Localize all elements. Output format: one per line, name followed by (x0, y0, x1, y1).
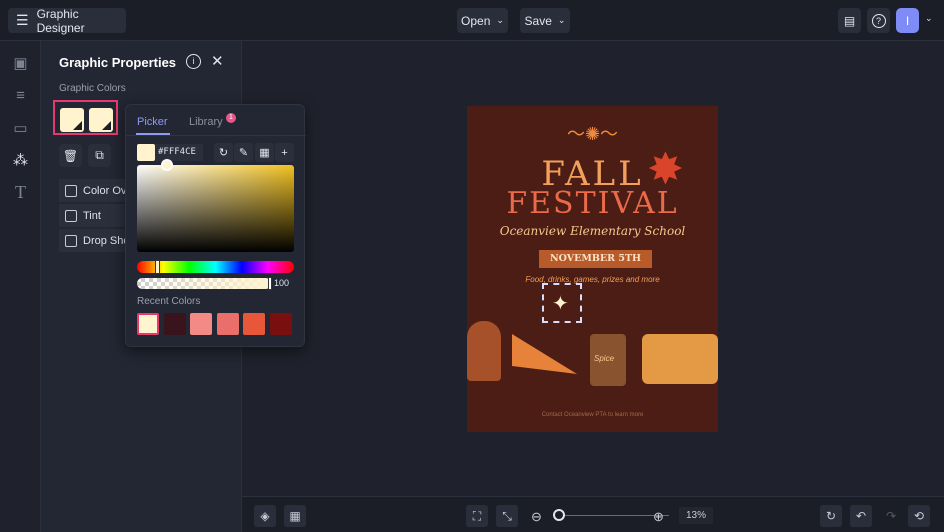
save-button[interactable]: Save ⌄ (520, 8, 570, 33)
color-swatch-2[interactable] (89, 108, 113, 132)
app-title: Graphic Designer (36, 6, 85, 35)
avatar[interactable]: I (896, 8, 919, 33)
recent-color-swatch[interactable] (269, 313, 292, 335)
zoom-out-icon[interactable]: ⊖ (531, 509, 542, 525)
selected-sparkle-graphic[interactable]: ✦ (542, 283, 582, 323)
add-color-icon[interactable]: + (275, 143, 294, 162)
poster-tagline: Food, drinks, games, prizes and more (525, 275, 660, 284)
checkbox[interactable] (65, 234, 77, 247)
comment-icon: ▤ (843, 13, 856, 28)
open-button[interactable]: Open ⌄ (457, 8, 508, 33)
chevron-down-icon: ⌄ (557, 15, 566, 25)
color-swatch-1[interactable] (60, 108, 84, 132)
avatar-initial: I (905, 13, 910, 28)
menu-button[interactable]: ☰ Graphic Designer (8, 6, 126, 35)
cupcake-image (467, 321, 501, 381)
top-bar: ☰ Graphic Designer Open ⌄ Save ⌄ ▤ ? I ⌄ (0, 0, 944, 41)
adjustments-icon[interactable]: ≡ (12, 87, 29, 104)
help-button[interactable]: ? (867, 8, 890, 33)
zoom-in-icon[interactable]: ⊕ (653, 509, 664, 525)
text-icon[interactable]: T (12, 183, 29, 201)
save-label: Save (524, 13, 552, 28)
redo-icon[interactable]: ↷ (880, 505, 902, 527)
hue-slider[interactable] (137, 261, 294, 273)
delete-button[interactable]: 🗑 (59, 144, 82, 167)
recent-color-swatch[interactable] (163, 313, 186, 335)
recent-color-swatch[interactable] (137, 313, 159, 335)
fit-screen-icon[interactable]: ⛶ (466, 505, 488, 527)
opacity-value[interactable]: 100 (274, 278, 289, 288)
ornament-icon: 〜✺〜 (566, 124, 619, 144)
cup-text: Spice (594, 354, 615, 363)
comments-button[interactable]: ▤ (838, 8, 861, 33)
poster-date-banner: NOVEMBER 5TH (539, 250, 652, 268)
open-label: Open (461, 13, 491, 28)
duplicate-icon: ⧉ (95, 148, 104, 162)
coffee-cup-image: Spice (590, 334, 626, 386)
grid-view-icon[interactable]: ▦ (284, 505, 306, 527)
panel-title: Graphic Properties (59, 55, 177, 70)
undo-icon[interactable]: ↶ (850, 505, 872, 527)
hue-handle[interactable] (155, 260, 161, 274)
opacity-slider[interactable] (137, 278, 271, 289)
duplicate-button[interactable]: ⧉ (88, 144, 111, 167)
zoom-level[interactable]: 13% (679, 507, 713, 524)
history-icon[interactable]: ⟲ (908, 505, 930, 527)
swap-icon[interactable]: ↻ (214, 143, 233, 162)
cake-image (642, 334, 718, 384)
pie-image (512, 334, 577, 374)
eyedropper-icon[interactable]: ✎ (234, 143, 253, 162)
library-badge: 1 (226, 113, 236, 123)
tab-library[interactable]: Library (189, 116, 223, 128)
saturation-area[interactable] (137, 165, 294, 252)
poster-school: Oceanview Elementary School (499, 224, 686, 238)
bottom-bar: ◈ ▦ ⛶ ⤡ ⊖ ⊕ 13% ↻ ↶ ↷ ⟲ (242, 496, 944, 532)
hamburger-icon: ☰ (16, 12, 29, 28)
close-icon[interactable]: ✕ (211, 52, 224, 70)
shapes-icon[interactable]: ⁂ (12, 152, 29, 169)
account-chevron-icon[interactable]: ⌄ (925, 13, 933, 24)
poster-canvas[interactable]: 〜✺〜 ✸ FALL FESTIVAL Oceanview Elementary… (467, 106, 718, 432)
sparkle-icon: ✦ (552, 293, 569, 315)
recent-color-swatch[interactable] (190, 313, 212, 335)
poster-title-festival: FESTIVAL (506, 186, 679, 221)
option-label: Drop Sho (83, 234, 130, 247)
option-label: Color Ov (83, 184, 127, 197)
recent-colors-label: Recent Colors (137, 296, 201, 307)
recent-color-swatch[interactable] (216, 313, 239, 335)
chevron-down-icon: ⌄ (496, 15, 504, 25)
image-icon[interactable]: ▣ (12, 55, 29, 72)
option-label: Tint (83, 209, 101, 222)
checkbox[interactable] (65, 209, 77, 222)
color-picker-popover: Picker Library 1 #FFF4CE ↻ ✎ ▦ + 100 Rec… (125, 104, 306, 347)
tool-rail: ▣ ≡ ▭ ⁂ T (0, 41, 41, 532)
background-icon[interactable]: ▭ (12, 120, 29, 137)
saturation-handle[interactable] (161, 159, 173, 171)
grid-icon[interactable]: ▦ (255, 143, 274, 162)
shrink-icon[interactable]: ⤡ (496, 505, 518, 527)
trash-icon: 🗑 (62, 148, 79, 163)
hex-input[interactable]: #FFF4CE (155, 144, 203, 161)
divider (126, 135, 306, 136)
recent-color-swatch[interactable] (243, 313, 265, 335)
info-icon[interactable]: i (186, 54, 201, 69)
poster-footer: Contact Oceanview PTA to learn more (541, 412, 644, 418)
help-icon: ? (871, 13, 886, 28)
refresh-icon[interactable]: ↻ (820, 505, 842, 527)
graphic-colors-label: Graphic Colors (59, 83, 126, 94)
zoom-slider-handle[interactable] (553, 509, 565, 521)
current-color-preview (137, 144, 155, 161)
graphic-colors-group (53, 100, 118, 135)
opacity-handle[interactable] (268, 277, 272, 290)
checkbox[interactable] (65, 184, 77, 197)
tab-picker[interactable]: Picker (137, 116, 168, 128)
layers-icon[interactable]: ◈ (254, 505, 276, 527)
